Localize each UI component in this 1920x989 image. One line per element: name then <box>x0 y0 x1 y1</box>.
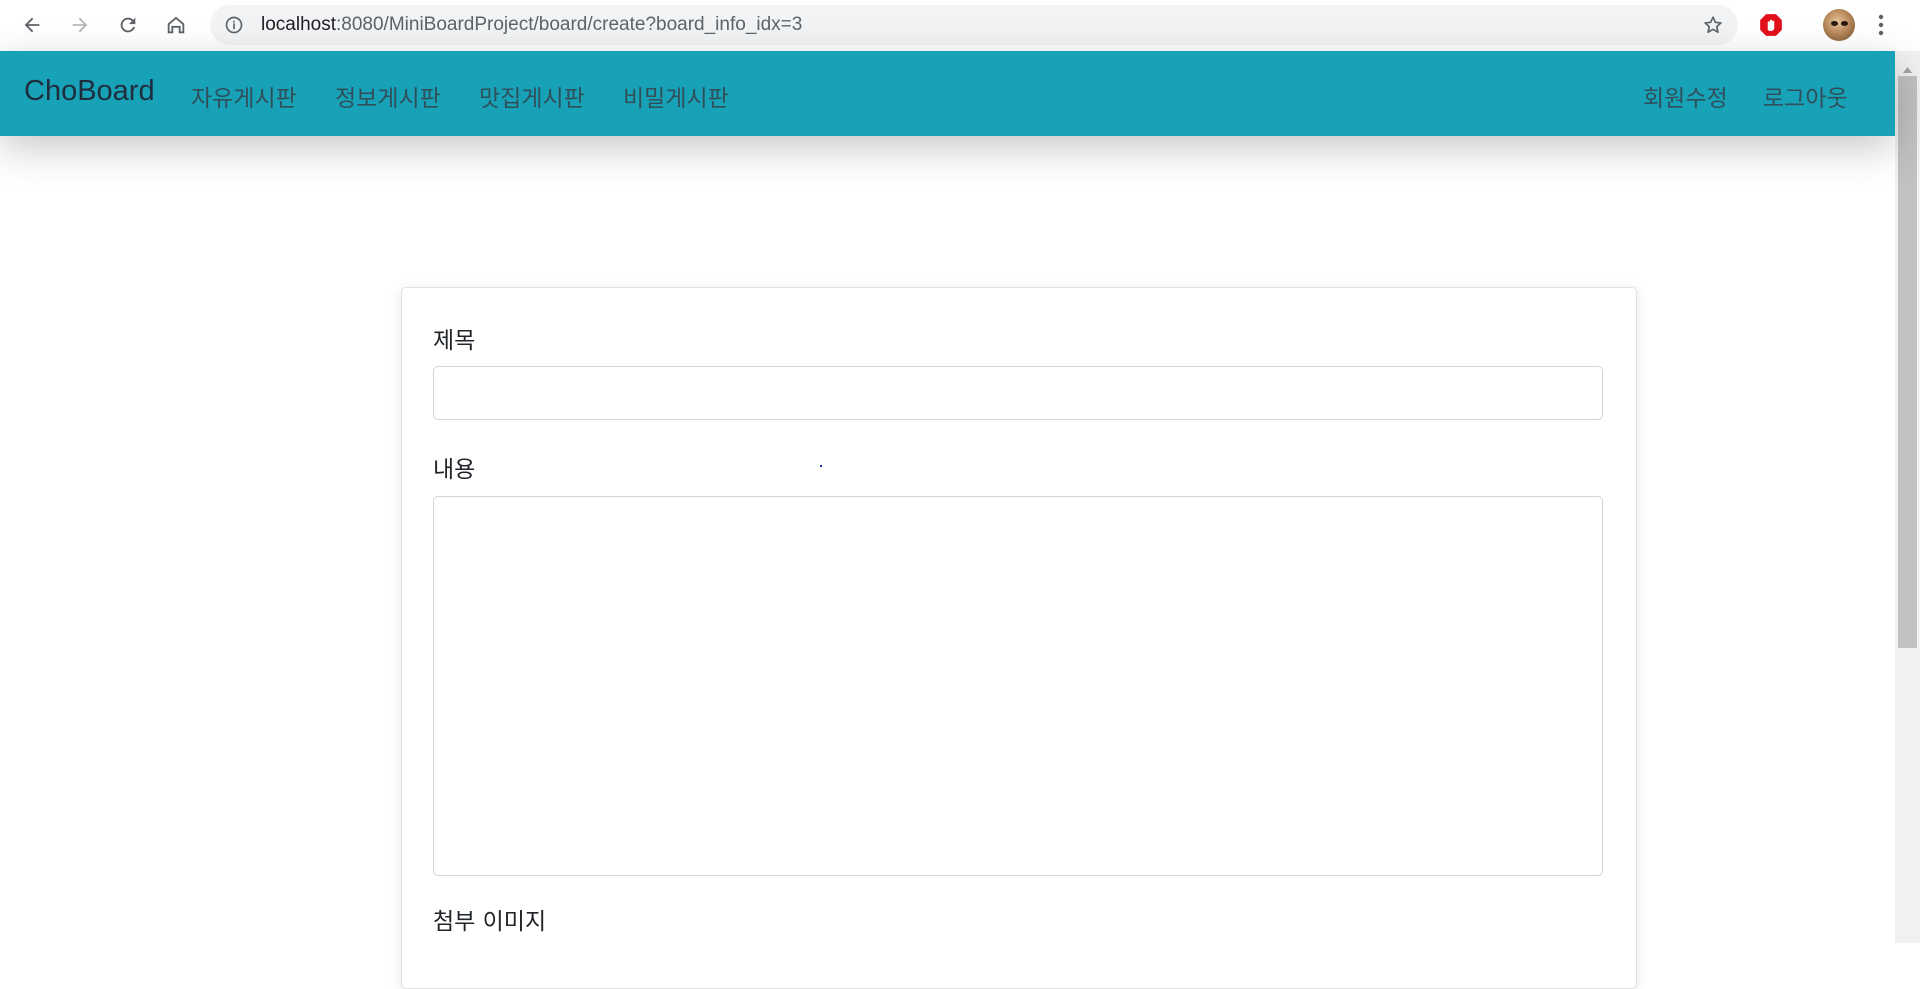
reload-icon <box>117 14 139 36</box>
nav-link-edit-profile[interactable]: 회원수정 <box>1643 79 1728 113</box>
arrow-right-icon <box>69 14 91 36</box>
url-text[interactable]: localhost:8080/MiniBoardProject/board/cr… <box>261 14 802 36</box>
site-navbar: ChoBoard 자유게시판 정보게시판 맛집게시판 비밀게시판 회원수정 로그… <box>0 51 1895 136</box>
avatar[interactable] <box>1823 9 1855 41</box>
scrollbar-thumb[interactable] <box>1898 76 1917 648</box>
page-scrollbar[interactable] <box>1895 51 1920 943</box>
address-bar[interactable]: localhost:8080/MiniBoardProject/board/cr… <box>210 5 1738 45</box>
brand-logo[interactable]: ChoBoard <box>24 75 155 108</box>
star-icon[interactable] <box>1702 14 1724 40</box>
title-input[interactable] <box>433 366 1603 420</box>
reload-button[interactable] <box>109 6 147 44</box>
cursor-dot <box>820 465 822 467</box>
write-form-card: 제목 내용 첨부 이미지 <box>401 287 1637 989</box>
kebab-menu-icon[interactable] <box>1877 12 1885 42</box>
url-host: localhost <box>261 14 336 35</box>
image-label: 첨부 이미지 <box>433 909 547 935</box>
nav-link-free-board[interactable]: 자유게시판 <box>191 79 297 113</box>
browser-toolbar: localhost:8080/MiniBoardProject/board/cr… <box>0 0 1920 51</box>
content-textarea[interactable] <box>433 496 1603 876</box>
nav-link-logout[interactable]: 로그아웃 <box>1763 79 1848 113</box>
url-path: :8080/MiniBoardProject/board/create?boar… <box>336 14 803 35</box>
info-icon[interactable] <box>224 15 244 39</box>
nav-link-info-board[interactable]: 정보게시판 <box>335 79 441 113</box>
home-button[interactable] <box>157 6 195 44</box>
back-button[interactable] <box>13 6 51 44</box>
home-icon <box>165 14 187 36</box>
forward-button[interactable] <box>61 6 99 44</box>
nav-link-secret-board[interactable]: 비밀게시판 <box>623 79 729 113</box>
arrow-left-icon <box>21 14 43 36</box>
nav-link-restaurant-board[interactable]: 맛집게시판 <box>479 79 585 113</box>
adblock-icon[interactable] <box>1758 12 1784 42</box>
content-label: 내용 <box>433 457 476 483</box>
title-label: 제목 <box>433 328 476 354</box>
